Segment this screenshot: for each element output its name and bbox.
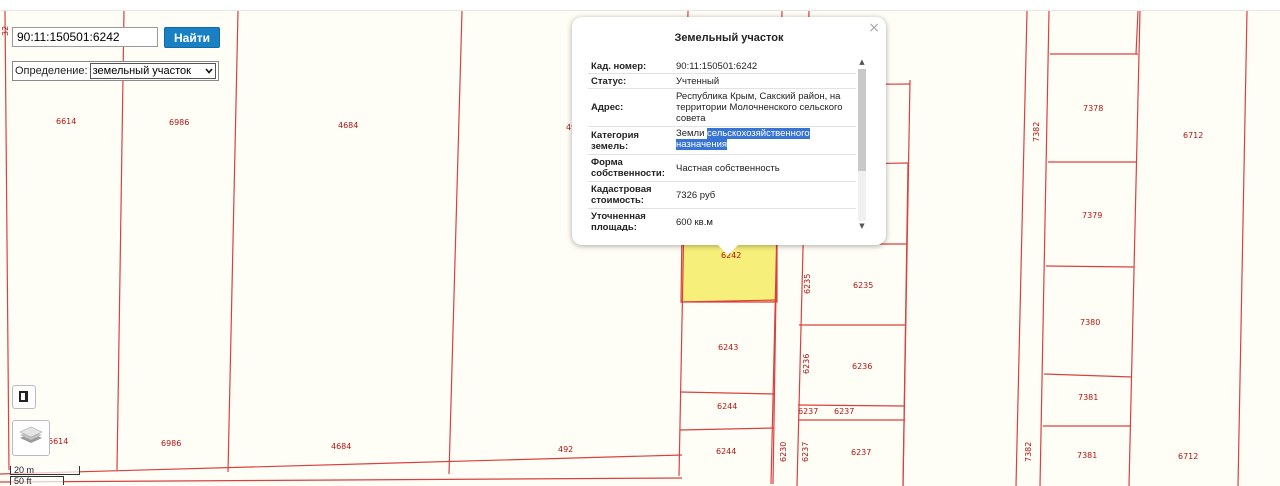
cadastral-number-input[interactable] xyxy=(12,27,158,47)
parcel-label: 7379 xyxy=(1082,211,1102,220)
parcel-label: 7382 xyxy=(1032,122,1041,142)
table-row: Кадастровая стоимость: 7326 руб xyxy=(588,182,856,209)
table-row: Категория земель: Земли сельскохозяйстве… xyxy=(588,127,856,155)
parcel-label: 4684 xyxy=(331,442,351,451)
attribute-key: Кадастровая стоимость: xyxy=(591,184,652,206)
attribute-value: Республика Крым, Сакский район, на терри… xyxy=(676,91,843,124)
parcel-label: 6712 xyxy=(1178,452,1198,461)
parcel-label: 6244 xyxy=(716,447,736,456)
definition-select[interactable]: земельный участок xyxy=(89,63,216,79)
attribute-key: Статус: xyxy=(591,75,627,87)
parcel-label: 492 xyxy=(558,445,573,454)
attribute-key: Уточненная площадь: xyxy=(591,211,646,231)
parcel-label: 6986 xyxy=(161,439,181,448)
table-row: Адрес: Республика Крым, Сакский район, н… xyxy=(588,89,856,127)
parcel-info-popup: × Земельный участок Кад. номер: 90:11:15… xyxy=(572,17,886,255)
layers-icon xyxy=(19,426,43,443)
search-button[interactable]: Найти xyxy=(164,27,220,48)
parcel-label: 6237 xyxy=(801,442,810,462)
fullscreen-button[interactable] xyxy=(12,385,36,409)
attribute-value: Учтенный xyxy=(676,75,720,87)
parcel-label: 7381 xyxy=(1078,393,1098,402)
parcel-label: 6237 xyxy=(834,407,854,416)
parcel-label: 6614 xyxy=(56,117,76,126)
parcel-label: 6986 xyxy=(169,118,189,127)
attribute-value: Частная собственность xyxy=(676,162,780,174)
scroll-up-icon[interactable]: ▲ xyxy=(856,57,868,67)
category-prefix: Земли xyxy=(676,128,705,139)
parcel-label: 7381 xyxy=(1077,451,1097,460)
table-row: Кад. номер: 90:11:150501:6242 xyxy=(588,59,856,74)
fullscreen-icon xyxy=(19,391,28,402)
definition-row: Определение: земельный участок xyxy=(12,61,219,81)
attribute-value: 90:11:150501:6242 xyxy=(676,60,758,72)
definition-select-value: земельный участок xyxy=(92,65,191,77)
attribute-value: 7326 руб xyxy=(676,189,716,201)
attribute-key: Адрес: xyxy=(591,102,624,113)
parcel-label: 6243 xyxy=(718,343,738,352)
parcel-label: 6236 xyxy=(802,354,811,374)
scale-metric: 20 m xyxy=(10,466,80,475)
table-row: Форма собственности: Частная собственнос… xyxy=(588,155,856,182)
parcel-label: 6237 xyxy=(798,407,818,416)
table-row: Уточненная площадь: 600 кв.м xyxy=(588,209,856,231)
layers-button[interactable] xyxy=(12,420,50,456)
attribute-value: Земли сельскохозяйственного назначения xyxy=(674,127,856,154)
definition-label: Определение: xyxy=(15,65,88,77)
search-panel: Найти Определение: земельный участок xyxy=(8,22,223,81)
scroll-thumb[interactable] xyxy=(858,69,866,171)
parcel-label: 6235 xyxy=(803,274,812,294)
parcel-label: 7382 xyxy=(1024,442,1033,462)
popup-title: Земельный участок xyxy=(674,32,784,44)
parcel-label: 6236 xyxy=(852,362,872,371)
scale-bar: 20 m 50 ft xyxy=(10,466,82,486)
attribute-key: Категория земель: xyxy=(591,129,639,152)
scroll-down-icon[interactable]: ▼ xyxy=(856,221,868,231)
attribute-value: 600 кв.м xyxy=(676,216,713,228)
parcel-attributes-table: Кад. номер: 90:11:150501:6242 Статус: Уч… xyxy=(588,59,856,231)
popup-pointer xyxy=(718,245,738,255)
parcel-label: 4684 xyxy=(338,121,358,130)
chevron-down-icon xyxy=(205,68,213,74)
parcel-label: 6614 xyxy=(48,437,68,446)
parcel-label: 6235 xyxy=(853,281,873,290)
top-bar xyxy=(0,0,1280,11)
scale-imperial: 50 ft xyxy=(10,476,64,486)
parcel-label: 6712 xyxy=(1183,131,1203,140)
parcel-label: 6237 xyxy=(851,448,871,457)
parcel-label: 6244 xyxy=(717,402,737,411)
parcel-label: 7380 xyxy=(1080,318,1100,327)
parcel-label: 6230 xyxy=(779,442,788,462)
attribute-key: Форма собственности: xyxy=(591,157,665,179)
popup-scrollbar[interactable]: ▲ ▼ xyxy=(856,57,868,233)
attribute-key: Кад. номер: xyxy=(591,60,647,72)
parcel-label: 7378 xyxy=(1083,104,1103,113)
table-row: Статус: Учтенный xyxy=(588,74,856,89)
